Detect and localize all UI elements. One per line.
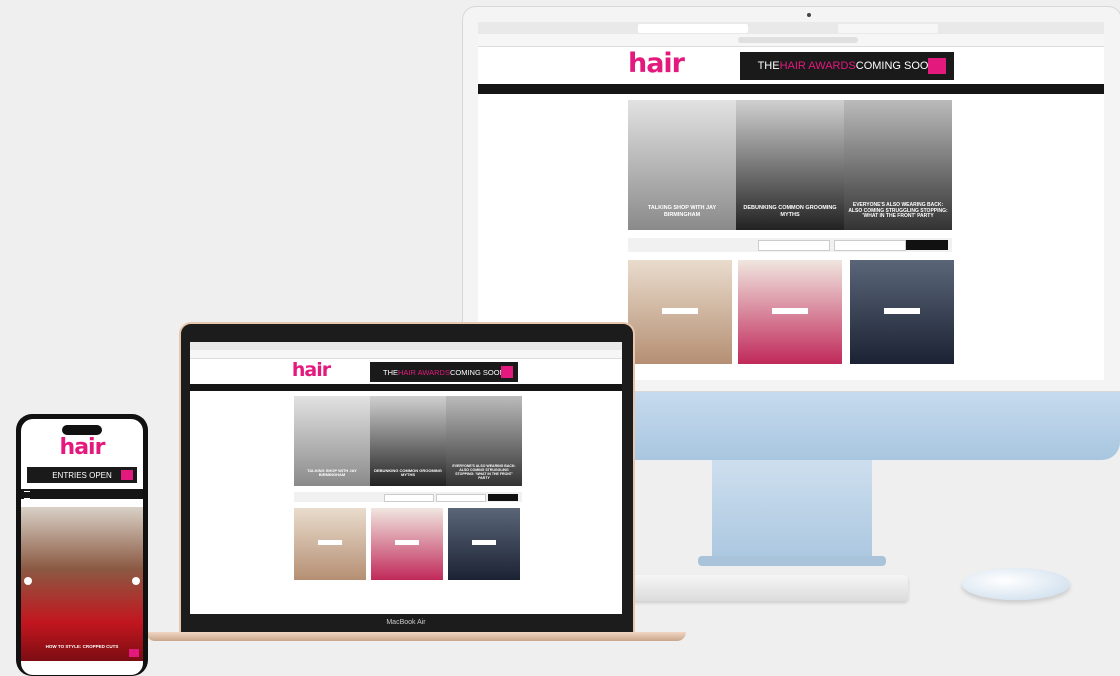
site-logo[interactable]: hair	[626, 48, 686, 79]
banner-highlight: HAIR AWARDS	[398, 367, 450, 377]
feature-caption: DEBUNKING COMMON GROOMING MYTHS	[743, 205, 837, 218]
feature-card[interactable]: EVERYONE'S ALSO WEARING BACK: ALSO COMIN…	[844, 100, 952, 230]
feature-card[interactable]: DEBUNKING COMMON GROOMING MYTHS	[736, 100, 844, 230]
banner-prefix: THE	[757, 60, 780, 72]
laptop-screen: hair THE HAIR AWARDS COMING SOON TALKING…	[190, 342, 622, 614]
phone: hair ENTRIES OPEN HOW TO STYLE: CROPPED …	[16, 414, 148, 676]
imac-camera	[807, 13, 811, 17]
phone-screen: hair ENTRIES OPEN HOW TO STYLE: CROPPED …	[21, 419, 143, 675]
browser-tab[interactable]	[638, 24, 748, 33]
newsletter-first-field[interactable]	[758, 240, 830, 251]
newsletter-email-field[interactable]	[436, 494, 486, 502]
banner-badge	[501, 366, 513, 378]
mobile-nav[interactable]	[21, 489, 143, 499]
feature-caption: TALKING SHOP WITH JAY BIRMINGHAM	[307, 467, 357, 478]
subscribe-button[interactable]	[906, 240, 948, 250]
banner-badge	[121, 470, 133, 480]
feature-caption: EVERYONE'S ALSO WEARING BACK: ALSO COMIN…	[452, 463, 516, 480]
hero-badge	[129, 649, 139, 657]
imac-stand	[712, 455, 872, 565]
browser-address-bar[interactable]	[478, 34, 1104, 47]
laptop-base	[146, 632, 686, 641]
article-card[interactable]	[850, 260, 954, 364]
article-tag	[472, 540, 496, 545]
newsletter-email-field[interactable]	[834, 240, 906, 251]
carousel-next-icon[interactable]	[132, 577, 140, 585]
article-card[interactable]	[738, 260, 842, 364]
awards-banner[interactable]: THE HAIR AWARDS COMING SOON	[740, 52, 954, 80]
article-tag	[662, 308, 698, 314]
article-tag	[395, 540, 419, 545]
article-tag	[318, 540, 342, 545]
site-logo[interactable]: hair	[290, 359, 332, 381]
feature-card[interactable]: EVERYONE'S ALSO WEARING BACK: ALSO COMIN…	[446, 396, 522, 486]
awards-banner[interactable]: THE HAIR AWARDS COMING SOON	[370, 362, 518, 382]
hero-caption: HOW TO STYLE: CROPPED CUTS	[45, 643, 119, 649]
banner-highlight: HAIR AWARDS	[779, 60, 856, 72]
browser-tab[interactable]	[838, 24, 938, 33]
imac-stand-base	[698, 556, 886, 566]
browser-tab-bar	[190, 342, 622, 350]
article-card[interactable]	[294, 508, 366, 580]
phone-notch	[62, 425, 102, 435]
newsletter-row	[294, 492, 522, 502]
subscribe-button[interactable]	[488, 494, 518, 501]
feature-caption: EVERYONE'S ALSO WEARING BACK: ALSO COMIN…	[848, 201, 948, 220]
hero-slide[interactable]: HOW TO STYLE: CROPPED CUTS	[21, 507, 143, 661]
newsletter-row	[628, 238, 952, 252]
main-nav[interactable]	[190, 384, 622, 391]
banner-suffix: COMING SOON	[449, 367, 505, 377]
banner-suffix: COMING SOON	[855, 60, 937, 72]
article-tag	[772, 308, 808, 314]
banner-prefix: THE	[383, 367, 399, 377]
feature-caption: TALKING SHOP WITH JAY BIRMINGHAM	[647, 205, 717, 218]
feature-card[interactable]: TALKING SHOP WITH JAY BIRMINGHAM	[294, 396, 370, 486]
site-logo[interactable]: hair	[51, 435, 113, 460]
article-tag	[884, 308, 920, 314]
main-nav[interactable]	[478, 84, 1104, 94]
article-card[interactable]	[448, 508, 520, 580]
feature-caption: DEBUNKING COMMON GROOMING MYTHS	[374, 467, 442, 478]
mouse	[962, 568, 1070, 600]
feature-card[interactable]: TALKING SHOP WITH JAY BIRMINGHAM	[628, 100, 736, 230]
banner-badge	[928, 58, 946, 74]
browser-tab-bar	[478, 22, 1104, 34]
newsletter-first-field[interactable]	[384, 494, 434, 502]
laptop: hair THE HAIR AWARDS COMING SOON TALKING…	[146, 322, 686, 644]
entries-banner[interactable]: ENTRIES OPEN	[27, 467, 137, 483]
laptop-model-label: MacBook Air	[386, 619, 426, 626]
article-card[interactable]	[371, 508, 443, 580]
browser-address-bar[interactable]	[190, 350, 622, 359]
menu-icon[interactable]	[24, 491, 30, 499]
carousel-prev-icon[interactable]	[24, 577, 32, 585]
feature-card[interactable]: DEBUNKING COMMON GROOMING MYTHS	[370, 396, 446, 486]
entries-banner-text: ENTRIES OPEN	[52, 470, 112, 480]
